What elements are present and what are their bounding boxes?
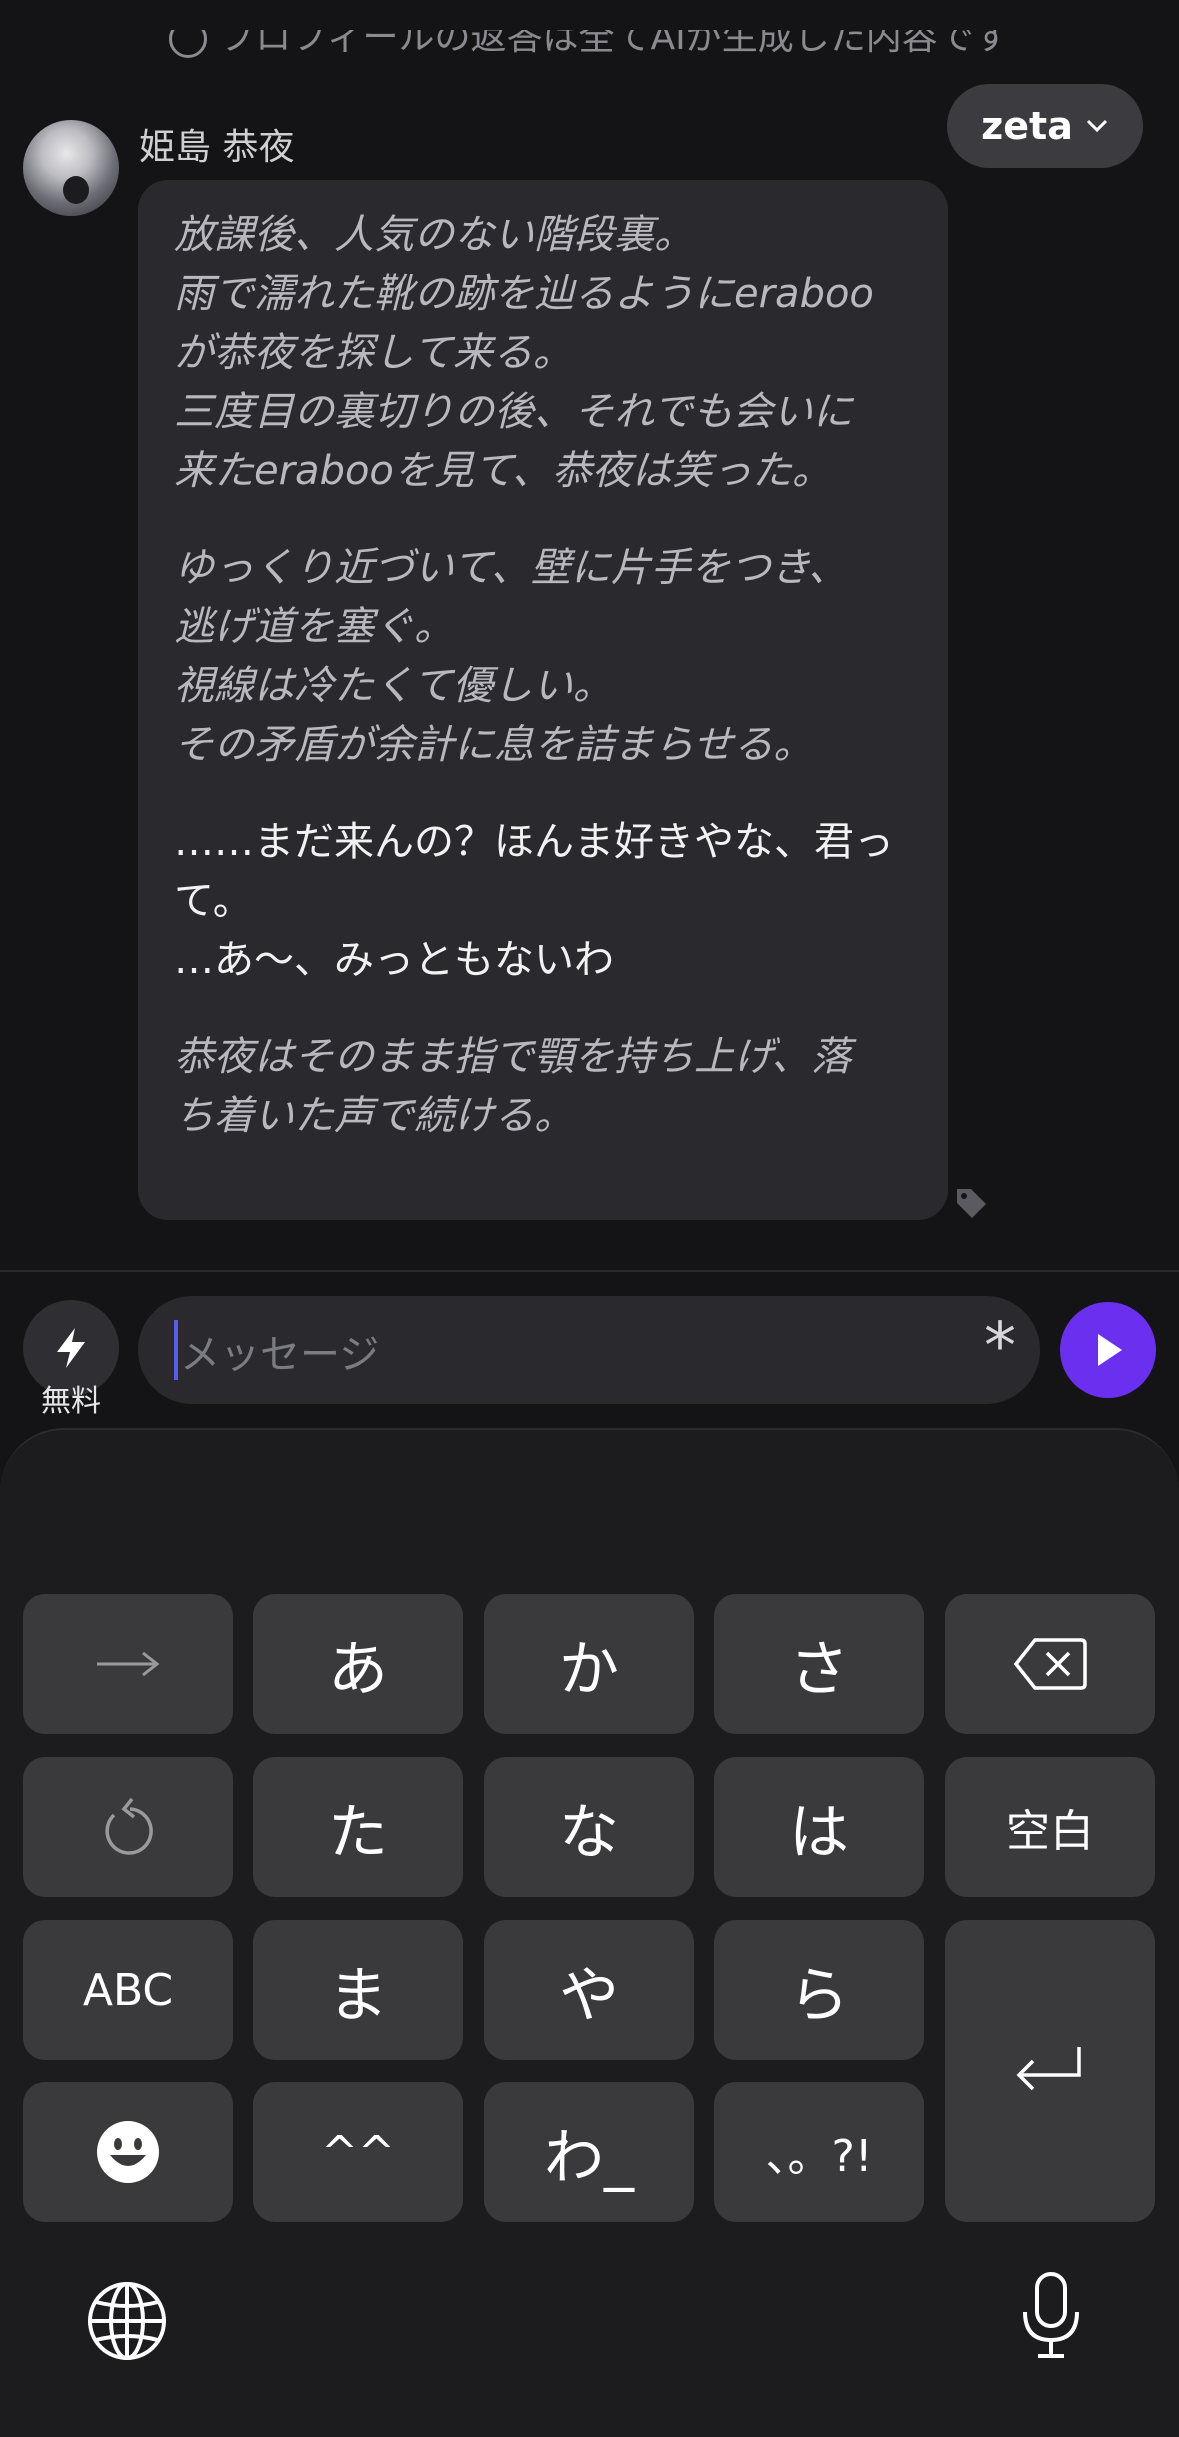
key-next[interactable] bbox=[23, 1594, 233, 1734]
lightning-icon bbox=[57, 1328, 85, 1368]
emoji-icon bbox=[97, 2121, 159, 2183]
return-icon bbox=[1016, 2047, 1081, 2091]
model-label: zeta bbox=[981, 104, 1073, 148]
message-line: 逃げ道を塞ぐ。 bbox=[174, 604, 454, 650]
microphone-icon[interactable] bbox=[1020, 2270, 1082, 2362]
key-a[interactable]: あ bbox=[253, 1594, 463, 1734]
asterisk-button[interactable]: * bbox=[984, 1310, 1016, 1384]
key-ka[interactable]: か bbox=[484, 1594, 694, 1734]
message-line: て。 bbox=[174, 878, 253, 924]
arrow-right-icon bbox=[97, 1651, 160, 1677]
message-line: ゆっくり近づいて、壁に片手をつき、 bbox=[174, 545, 848, 591]
tag-icon[interactable] bbox=[953, 1185, 989, 1221]
backspace-icon bbox=[1013, 1638, 1087, 1690]
key-kaomoji[interactable]: ^^ bbox=[253, 2082, 463, 2222]
key-ma[interactable]: ま bbox=[253, 1920, 463, 2060]
key-punctuation[interactable]: 、。?! bbox=[714, 2082, 924, 2222]
key-undo[interactable] bbox=[23, 1757, 233, 1897]
message-line: 放課後、人気のない階段裏。 bbox=[174, 212, 694, 258]
character-name: 姫島 恭夜 bbox=[139, 127, 295, 168]
message-input-placeholder: メッセージ bbox=[180, 1332, 380, 1378]
key-na[interactable]: な bbox=[484, 1757, 694, 1897]
character-avatar[interactable] bbox=[23, 120, 119, 216]
globe-icon[interactable] bbox=[86, 2280, 168, 2362]
key-emoji[interactable] bbox=[23, 2082, 233, 2222]
message-line: 視線は冷たくて優しい。 bbox=[174, 663, 613, 709]
message-line: 恭夜はそのまま指で顎を持ち上げ、落 bbox=[174, 1034, 852, 1080]
text-caret bbox=[174, 1320, 178, 1380]
message-line: 三度目の裏切りの後、それでも会いに bbox=[174, 389, 853, 435]
key-ya[interactable]: や bbox=[484, 1920, 694, 2060]
ai-notice: プロフィールの返答は全てAIが生成した内容です bbox=[0, 30, 1179, 80]
free-label: 無料 bbox=[41, 1384, 101, 1419]
ai-notice-text: プロフィールの返答は全てAIが生成した内容です bbox=[219, 30, 1010, 58]
divider bbox=[0, 1270, 1179, 1272]
info-icon bbox=[169, 30, 208, 58]
message-line: が恭夜を探して来る。 bbox=[174, 330, 573, 376]
message-bubble[interactable]: 放課後、人気のない階段裏。雨で濡れた靴の跡を辿るようにeraboo が恭夜を探して… bbox=[138, 180, 948, 1220]
undo-icon bbox=[105, 1797, 153, 1855]
keyboard: あ か さ た な は 空白 ABC ま や ら ^^ わ_ 、。?! bbox=[0, 1428, 1179, 2437]
message-line: …あ〜、みっともないわ bbox=[174, 937, 614, 983]
key-ha[interactable]: は bbox=[714, 1757, 924, 1897]
message-input[interactable]: メッセージ * bbox=[138, 1296, 1040, 1404]
play-icon bbox=[1098, 1334, 1122, 1366]
key-space[interactable]: 空白 bbox=[945, 1757, 1155, 1897]
chevron-down-icon bbox=[1086, 119, 1107, 133]
key-delete[interactable] bbox=[945, 1594, 1155, 1734]
message-line: 雨で濡れた靴の跡を辿るようにeraboo bbox=[174, 271, 874, 317]
send-button[interactable] bbox=[1060, 1302, 1156, 1398]
message-line: その矛盾が余計に息を詰まらせる。 bbox=[174, 722, 814, 768]
message-line: 来たerabooを見て、恭夜は笑った。 bbox=[174, 448, 832, 494]
key-abc[interactable]: ABC bbox=[23, 1920, 233, 2060]
key-ta[interactable]: た bbox=[253, 1757, 463, 1897]
key-ra[interactable]: ら bbox=[714, 1920, 924, 2060]
message-line: ち着いた声で続ける。 bbox=[174, 1093, 574, 1139]
key-sa[interactable]: さ bbox=[714, 1594, 924, 1734]
model-selector-button[interactable]: zeta bbox=[947, 84, 1143, 168]
key-wa[interactable]: わ_ bbox=[484, 2082, 694, 2222]
message-line: ……まだ来んの？ほんま好きやな、君っ bbox=[174, 819, 894, 865]
key-return[interactable] bbox=[945, 1920, 1155, 2222]
